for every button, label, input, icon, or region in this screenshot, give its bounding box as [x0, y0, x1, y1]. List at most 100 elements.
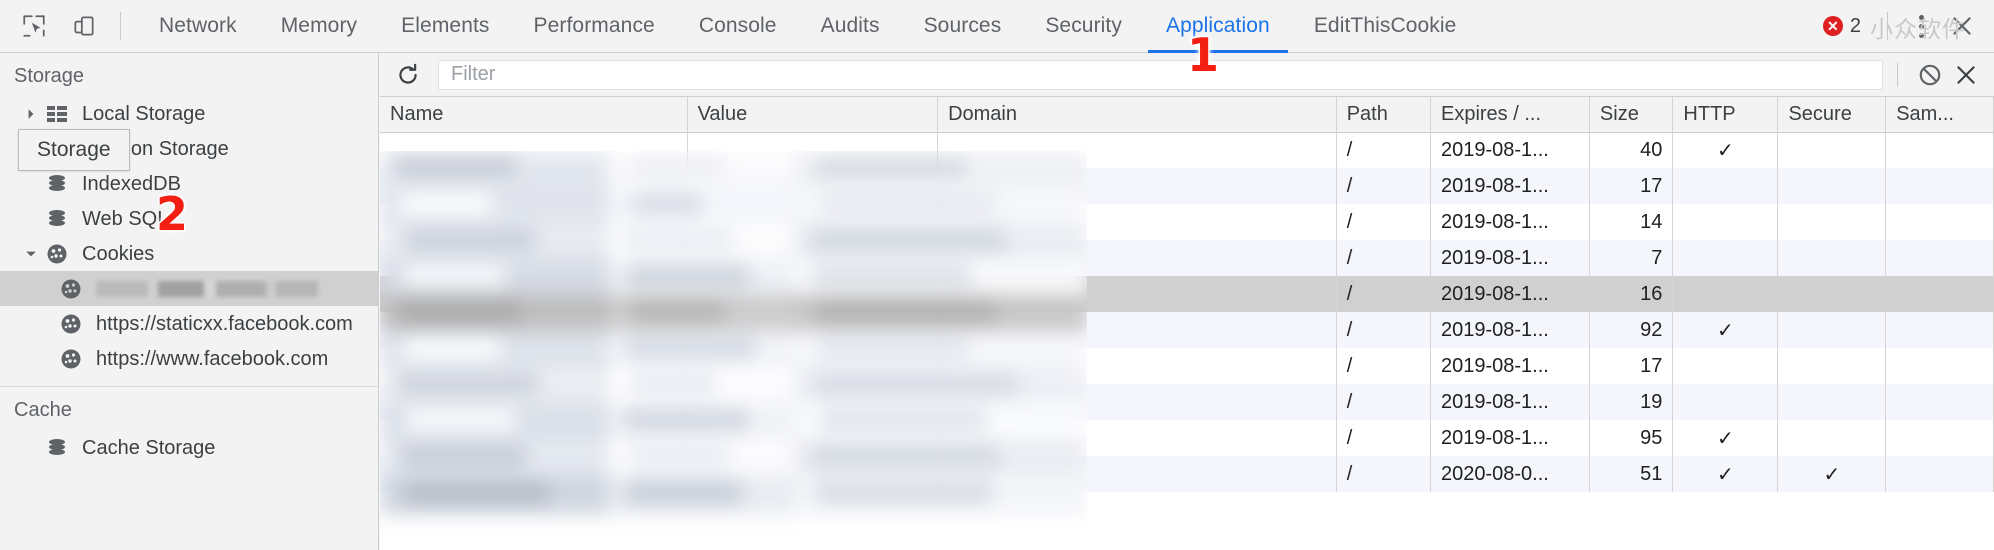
cell-value — [687, 456, 939, 492]
tab-performance[interactable]: Performance — [512, 0, 677, 53]
column-header-samesite[interactable]: Sam... — [1885, 97, 1994, 133]
cell-name — [380, 456, 688, 492]
tab-application[interactable]: Application — [1144, 0, 1292, 53]
cell-size: 17 — [1589, 348, 1674, 384]
column-header-path[interactable]: Path — [1336, 97, 1431, 133]
cell-name — [380, 312, 688, 348]
cell-secure — [1777, 240, 1887, 276]
sidebar-item-cache-storage[interactable]: Cache Storage — [0, 430, 378, 465]
tab-sources[interactable]: Sources — [902, 0, 1024, 53]
tab-label: Elements — [401, 14, 490, 37]
redacted-domain-label — [96, 280, 318, 297]
tab-memory[interactable]: Memory — [259, 0, 379, 53]
cell-domain — [937, 312, 1337, 348]
cell-http — [1672, 276, 1779, 312]
cell-domain — [937, 240, 1337, 276]
sidebar-item-local-storage[interactable]: Local Storage — [0, 96, 378, 131]
refresh-icon[interactable] — [392, 59, 424, 91]
cell-value — [687, 312, 939, 348]
cell-path: / — [1336, 456, 1431, 492]
tab-security[interactable]: Security — [1023, 0, 1144, 53]
cell-name — [380, 168, 688, 204]
cookies-filter-toolbar: Filter — [380, 53, 1994, 97]
error-circle-icon: ✕ — [1822, 16, 1843, 36]
device-toggle-icon[interactable] — [64, 6, 104, 46]
column-header-size[interactable]: Size — [1589, 97, 1674, 133]
cell-size: 95 — [1589, 420, 1674, 456]
cell-domain — [937, 204, 1337, 240]
sidebar-item-indexeddb[interactable]: IndexedDB — [0, 166, 378, 201]
sidebar-item-cookie-staticxx[interactable]: https://staticxx.facebook.com — [0, 306, 378, 341]
cell-path: / — [1336, 348, 1431, 384]
cell-http — [1672, 384, 1779, 420]
cookie-icon — [58, 346, 84, 372]
sidebar-item-cookie-redacted[interactable] — [0, 271, 378, 306]
table-row[interactable]: / 2019-08-1... 92 ✓ — [380, 312, 1994, 348]
cell-secure — [1777, 312, 1887, 348]
column-header-expires[interactable]: Expires / ... — [1430, 97, 1590, 133]
tab-label: Sources — [923, 14, 1002, 37]
cell-http — [1672, 240, 1779, 276]
table-row[interactable]: / 2019-08-1... 14 — [380, 204, 1994, 240]
cell-path: / — [1336, 204, 1431, 240]
tab-label: Performance — [533, 14, 655, 37]
table-row[interactable]: / 2019-08-1... 17 — [380, 168, 1994, 204]
cell-path: / — [1336, 384, 1431, 420]
cell-expires: 2019-08-1... — [1430, 276, 1590, 312]
table-row[interactable]: / 2019-08-1... 17 — [380, 348, 1994, 384]
sidebar-item-label: IndexedDB — [82, 172, 181, 195]
tab-elements[interactable]: Elements — [379, 0, 511, 53]
table-row[interactable]: / 2019-08-1... 95 ✓ — [380, 420, 1994, 456]
cell-value — [687, 384, 939, 420]
table-row[interactable]: / 2019-08-1... 40 ✓ — [380, 132, 1994, 168]
cell-http: ✓ — [1672, 312, 1779, 348]
filterbar-divider — [1897, 62, 1898, 87]
cell-value — [687, 240, 939, 276]
table-row[interactable]: / 2019-08-1... 19 — [380, 384, 1994, 420]
column-header-secure[interactable]: Secure — [1777, 97, 1887, 133]
sidebar-section-cache-title: Cache — [14, 399, 72, 421]
cell-size: 51 — [1589, 456, 1674, 492]
tab-audits[interactable]: Audits — [799, 0, 902, 53]
cell-domain — [937, 132, 1337, 168]
cell-samesite — [1885, 132, 1994, 168]
table-row[interactable]: / 2019-08-1... 7 — [380, 240, 1994, 276]
cell-value — [687, 276, 939, 312]
table-row[interactable]: / 2020-08-0... 51 ✓ ✓ — [380, 456, 1994, 492]
cell-expires: 2019-08-1... — [1430, 132, 1590, 168]
tab-editthiscookie[interactable]: EditThisCookie — [1292, 0, 1479, 53]
cell-expires: 2019-08-1... — [1430, 204, 1590, 240]
cell-domain — [937, 456, 1337, 492]
kebab-menu-icon[interactable] — [1904, 6, 1938, 46]
cell-value — [687, 420, 939, 456]
tab-console[interactable]: Console — [677, 0, 799, 53]
tab-label: Application — [1165, 14, 1270, 37]
column-header-name[interactable]: Name — [380, 97, 688, 133]
tab-network[interactable]: Network — [137, 0, 259, 53]
cell-name — [380, 348, 688, 384]
clear-all-cookies-button[interactable] — [1912, 59, 1948, 91]
sidebar-item-web-sql[interactable]: Web SQL — [0, 201, 378, 236]
sidebar-item-cookie-www[interactable]: https://www.facebook.com — [0, 341, 378, 376]
column-header-domain[interactable]: Domain — [937, 97, 1337, 133]
filter-input[interactable]: Filter — [438, 59, 1883, 90]
error-badge[interactable]: ✕ 2 — [1813, 15, 1871, 38]
cell-expires: 2019-08-1... — [1430, 168, 1590, 204]
table-body: / 2019-08-1... 40 ✓ / 2019-08-1... 17 / … — [380, 132, 1994, 492]
inspect-cursor-icon[interactable] — [14, 6, 54, 46]
table-row-selected[interactable]: / 2019-08-1... 16 — [380, 276, 1994, 312]
cell-path: / — [1336, 132, 1431, 168]
toolbar-right-divider — [1887, 12, 1888, 40]
chevron-down-icon[interactable] — [22, 248, 40, 260]
delete-selected-cookie-button[interactable] — [1948, 59, 1984, 91]
cell-http: ✓ — [1672, 456, 1779, 492]
column-header-value[interactable]: Value — [687, 97, 939, 133]
devtools-tabs: Network Memory Elements Performance Cons… — [137, 0, 1478, 53]
tab-label: Security — [1045, 14, 1122, 37]
cookies-table: Name Value Domain Path Expires / ... Siz… — [380, 97, 1994, 492]
sidebar-item-cookies[interactable]: Cookies — [0, 236, 378, 271]
column-header-http[interactable]: HTTP — [1672, 97, 1779, 133]
close-icon[interactable] — [1940, 6, 1984, 46]
chevron-right-icon[interactable] — [22, 108, 40, 120]
cell-domain — [937, 420, 1337, 456]
